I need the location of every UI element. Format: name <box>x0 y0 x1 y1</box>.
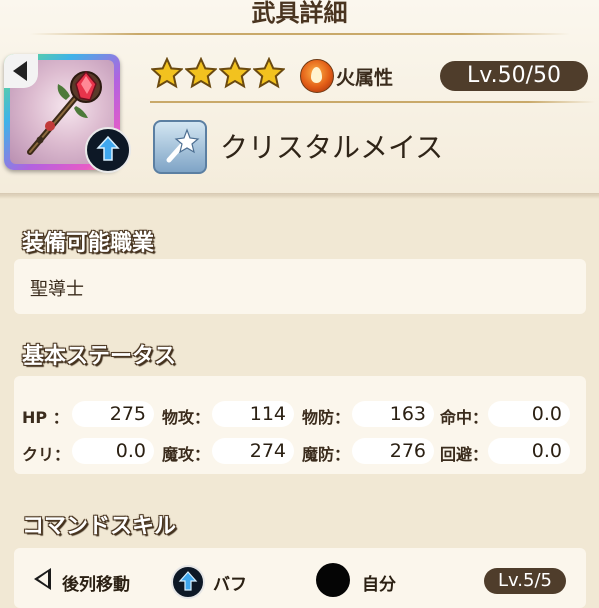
mace-type-icon <box>153 120 207 174</box>
buff-arrow-icon <box>85 127 131 173</box>
equippable-jobs-title: 装備可能職業 <box>22 231 155 256</box>
title-divider <box>30 33 570 35</box>
stat-label-patk: 物攻： <box>162 408 211 427</box>
stat-label-crit: クリ： <box>22 445 71 464</box>
equippable-jobs-panel <box>14 259 586 314</box>
stat-value-patk: 114 <box>212 401 294 427</box>
stat-label-eva: 回避： <box>440 445 489 464</box>
command-skill-title: コマンドスキル <box>22 514 177 539</box>
stat-value-mdef: 276 <box>352 438 434 464</box>
back-arrow-icon[interactable] <box>4 54 38 88</box>
rarity-stars <box>151 57 287 91</box>
stat-value-crit: 0.0 <box>72 438 154 464</box>
star-icon <box>185 57 217 89</box>
stat-value-acc: 0.0 <box>488 401 570 427</box>
stat-label-matk: 魔攻： <box>162 445 211 464</box>
stat-label-hp: HP ： <box>22 408 69 427</box>
weapon-name: クリスタルメイス <box>220 131 444 164</box>
weapon-level-badge: Lv.50/50 <box>440 61 588 91</box>
skill-level-badge: Lv.5/5 <box>484 568 566 594</box>
star-icon <box>253 57 285 89</box>
skill-type-label: バフ <box>213 575 247 595</box>
stat-value-matk: 274 <box>212 438 294 464</box>
back-row-move-icon <box>34 568 51 590</box>
star-icon <box>151 57 183 89</box>
star-icon <box>219 57 251 89</box>
job-name: 聖導士 <box>30 279 84 300</box>
stat-value-eva: 0.0 <box>488 438 570 464</box>
stat-label-pdef: 物防： <box>302 408 351 427</box>
stat-label-acc: 命中： <box>440 408 489 427</box>
name-divider <box>150 101 595 103</box>
fire-element-icon <box>300 59 334 93</box>
self-target-icon <box>316 563 350 597</box>
stat-value-pdef: 163 <box>352 401 434 427</box>
header-shadow <box>0 193 599 199</box>
stat-value-hp: 275 <box>72 401 154 427</box>
buff-arrow-icon <box>171 565 205 599</box>
skill-target-label: 自分 <box>362 575 396 595</box>
base-stats-title: 基本ステータス <box>22 344 177 369</box>
skill-move-label: 後列移動 <box>62 575 130 595</box>
stat-label-mdef: 魔防： <box>302 445 351 464</box>
element-label: 火属性 <box>336 67 394 89</box>
page-title: 武具詳細 <box>251 0 348 27</box>
